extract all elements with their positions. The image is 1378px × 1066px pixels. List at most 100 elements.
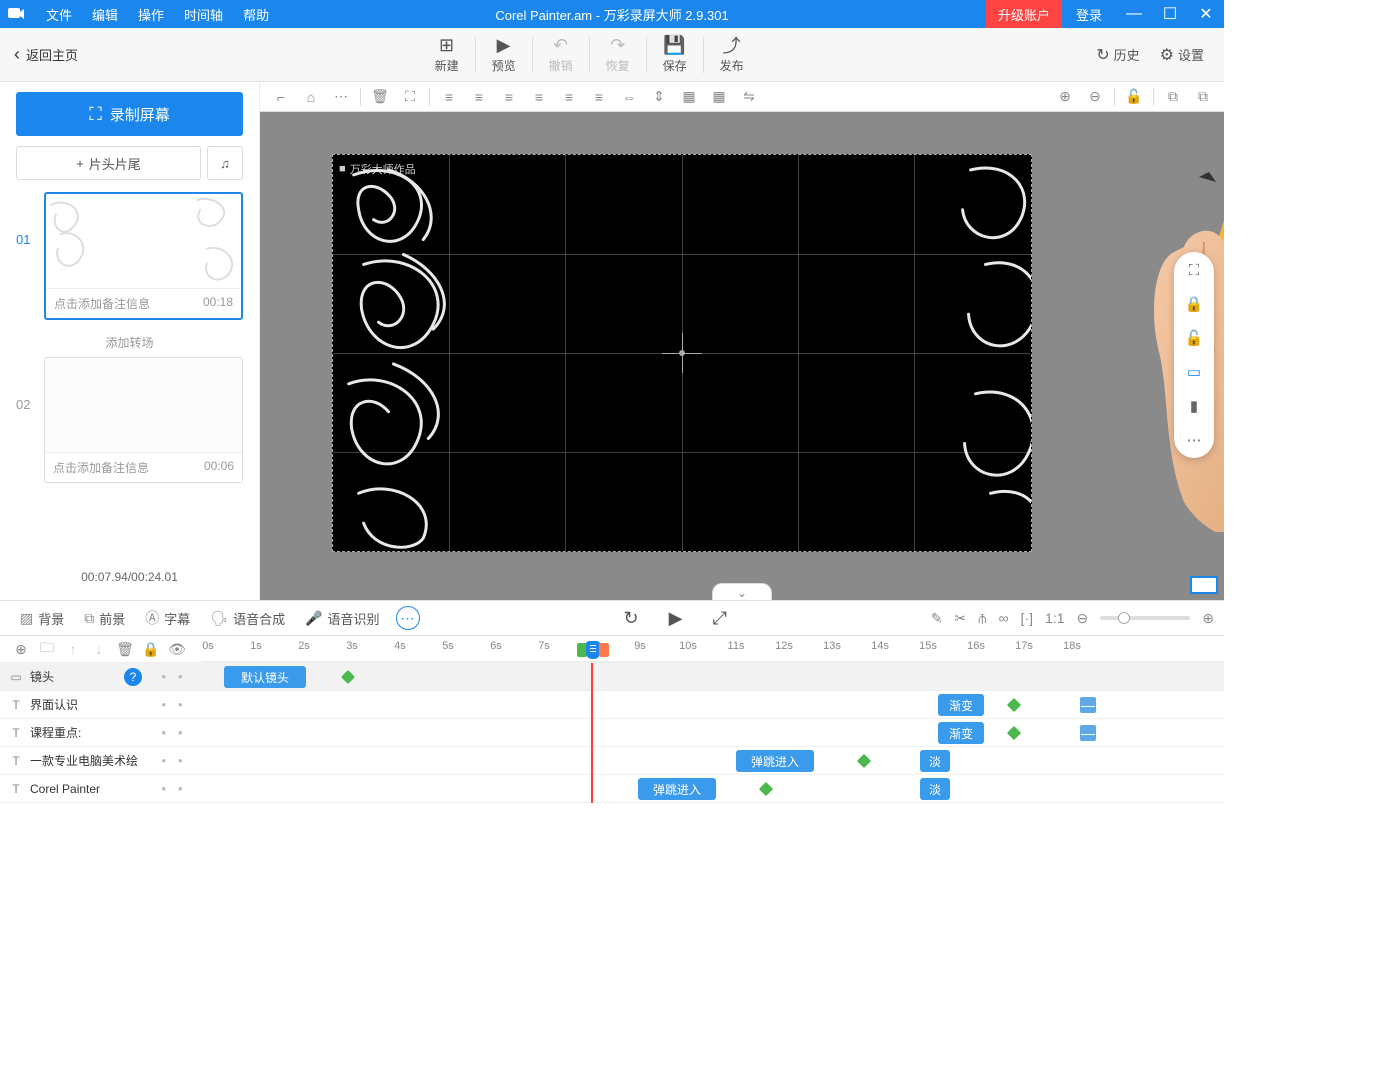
preview-button[interactable]: ▶预览 xyxy=(476,35,532,74)
align-center-h-icon[interactable]: ≡ xyxy=(464,84,494,110)
menu-action[interactable]: 操作 xyxy=(128,5,174,24)
keyframe-icon[interactable] xyxy=(856,753,873,770)
bring-front-icon[interactable]: ▦ xyxy=(674,84,704,110)
distribute-h-icon[interactable]: ⇔ xyxy=(614,84,644,110)
record-screen-button[interactable]: ⛶ 录制屏幕 xyxy=(16,92,243,136)
delete-track-icon[interactable]: 🗑 xyxy=(112,637,138,661)
copy-icon[interactable]: ⧉ xyxy=(1158,84,1188,110)
publish-button[interactable]: ⤴发布 xyxy=(704,35,760,74)
slide-card[interactable]: 点击添加备注信息 00:18 xyxy=(44,192,243,320)
undo-button[interactable]: ↶撤销 xyxy=(533,35,589,74)
collapse-handle[interactable]: ⌄ xyxy=(712,583,772,600)
menu-timeline[interactable]: 时间轴 xyxy=(174,5,233,24)
align-bottom-icon[interactable]: ≡ xyxy=(584,84,614,110)
minimize-icon[interactable]: — xyxy=(1116,0,1152,28)
upgrade-account-button[interactable]: 升级账户 xyxy=(986,0,1062,28)
track-label[interactable]: T一款专业电脑美术绘 xyxy=(0,752,142,769)
new-button[interactable]: ⊞新建 xyxy=(419,35,475,74)
trash-icon[interactable]: 🗑 xyxy=(365,84,395,110)
menu-file[interactable]: 文件 xyxy=(36,5,82,24)
unlock-panel-icon[interactable]: 🔓 xyxy=(1184,328,1204,348)
distribute-v-icon[interactable]: ⇕ xyxy=(644,84,674,110)
minus-icon[interactable]: — xyxy=(1080,697,1096,713)
add-transition-button[interactable]: 添加转场 xyxy=(16,328,243,357)
link-icon[interactable]: ∞ xyxy=(999,610,1009,626)
tab-background[interactable]: ▨背景 xyxy=(10,609,74,628)
cut-icon[interactable]: ✂ xyxy=(955,610,967,627)
add-track-icon[interactable]: ⊕ xyxy=(8,637,34,661)
history-button[interactable]: ↻历史 xyxy=(1086,45,1149,65)
rewind-icon[interactable]: ↻ xyxy=(624,608,639,629)
zoom-slider[interactable] xyxy=(1100,616,1190,620)
lock-icon[interactable]: 🔒 xyxy=(1184,294,1204,314)
save-button[interactable]: 💾保存 xyxy=(647,35,703,74)
keyframe-icon[interactable] xyxy=(340,669,357,686)
more-icon[interactable]: ⋯ xyxy=(326,84,356,110)
track-label[interactable]: TCorel Painter xyxy=(0,782,142,796)
align-top-icon[interactable]: ≡ xyxy=(524,84,554,110)
slide-note[interactable]: 点击添加备注信息 xyxy=(53,459,149,476)
tabs-more-button[interactable]: ⋯ xyxy=(396,606,420,630)
track-label[interactable]: ▭镜头? xyxy=(0,668,142,686)
paste-icon[interactable]: ⧉ xyxy=(1188,84,1218,110)
slide-card[interactable]: 点击添加备注信息 00:06 xyxy=(44,357,243,483)
desktop-icon[interactable]: ▭ xyxy=(1184,362,1204,382)
align-middle-icon[interactable]: ≡ xyxy=(554,84,584,110)
playhead-handle[interactable] xyxy=(583,641,603,663)
ratio-icon[interactable]: 1:1 xyxy=(1045,610,1064,626)
keyframe-icon[interactable] xyxy=(758,781,775,798)
menu-help[interactable]: 帮助 xyxy=(233,5,279,24)
tab-foreground[interactable]: ⧉前景 xyxy=(74,609,135,628)
zoom-in-icon[interactable]: ⊕ xyxy=(1050,84,1080,110)
redo-button[interactable]: ↷恢复 xyxy=(590,35,646,74)
send-back-icon[interactable]: ▦ xyxy=(704,84,734,110)
close-icon[interactable]: ✕ xyxy=(1188,0,1224,28)
timeline-clip[interactable]: 弹跳进入 xyxy=(638,778,716,800)
zoom-plus-icon[interactable]: ⊕ xyxy=(1202,610,1214,627)
dot-icon[interactable]: • xyxy=(161,697,166,712)
align-right-icon[interactable]: ≡ xyxy=(494,84,524,110)
tab-asr[interactable]: 🎤语音识别 xyxy=(295,609,389,628)
minus-icon[interactable]: — xyxy=(1080,725,1096,741)
settings-button[interactable]: ⚙设置 xyxy=(1150,45,1214,65)
eye-icon[interactable]: 👁 xyxy=(164,637,190,661)
timeline-ruler[interactable]: 0s1s2s3s4s5s6s7s8s9s10s11s12s13s14s15s16… xyxy=(202,636,1224,662)
timeline-clip[interactable]: 渐变 xyxy=(938,694,984,716)
dot-icon[interactable]: • xyxy=(178,753,183,768)
timeline-clip[interactable]: 渐变 xyxy=(938,722,984,744)
mobile-icon[interactable]: ▮ xyxy=(1184,396,1204,416)
timeline-clip[interactable]: 淡 xyxy=(920,778,950,800)
track-label[interactable]: T界面认识 xyxy=(0,696,142,713)
align-left-icon[interactable]: ≡ xyxy=(434,84,464,110)
dot-icon[interactable]: • xyxy=(178,697,183,712)
flip-h-icon[interactable]: ⇋ xyxy=(734,84,764,110)
dot-icon[interactable]: • xyxy=(161,725,166,740)
timeline-clip[interactable]: 弹跳进入 xyxy=(736,750,814,772)
folder-icon[interactable]: 🗀 xyxy=(34,637,60,661)
help-icon[interactable]: ? xyxy=(124,668,142,686)
music-button[interactable]: ♫ xyxy=(207,146,243,180)
home-icon[interactable]: ⌂ xyxy=(296,84,326,110)
filter-icon[interactable]: ⫚ xyxy=(978,610,986,627)
track-content[interactable]: 弹跳进入 淡 xyxy=(202,775,1224,802)
bracket-icon[interactable]: [·] xyxy=(1021,610,1033,626)
login-button[interactable]: 登录 xyxy=(1062,5,1116,24)
intro-outro-button[interactable]: + 片头片尾 xyxy=(16,146,201,180)
track-content[interactable]: 渐变 — xyxy=(202,719,1224,746)
ruler-icon[interactable]: ⌐ xyxy=(266,84,296,110)
track-content[interactable]: 弹跳进入淡 xyxy=(202,747,1224,774)
tab-tts[interactable]: 🗣语音合成 xyxy=(200,609,295,628)
track-content[interactable]: 默认镜头 xyxy=(202,663,1224,690)
dot-icon[interactable]: • xyxy=(178,725,183,740)
maximize-icon[interactable]: ☐ xyxy=(1152,0,1188,28)
keyframe-icon[interactable] xyxy=(1006,697,1023,714)
edit-icon[interactable]: ✎ xyxy=(931,610,943,627)
focus-icon[interactable]: ⛶ xyxy=(395,84,425,110)
lock-track-icon[interactable]: 🔒 xyxy=(138,637,164,661)
minimap-icon[interactable] xyxy=(1190,576,1218,594)
track-up-icon[interactable]: ↑ xyxy=(60,637,86,661)
dot-icon[interactable]: • xyxy=(178,669,183,684)
track-content[interactable]: 渐变 — xyxy=(202,691,1224,718)
canvas-viewport[interactable]: ■ 万彩大师作品 xyxy=(260,112,1224,600)
more-panel-icon[interactable]: ⋯ xyxy=(1184,430,1204,450)
